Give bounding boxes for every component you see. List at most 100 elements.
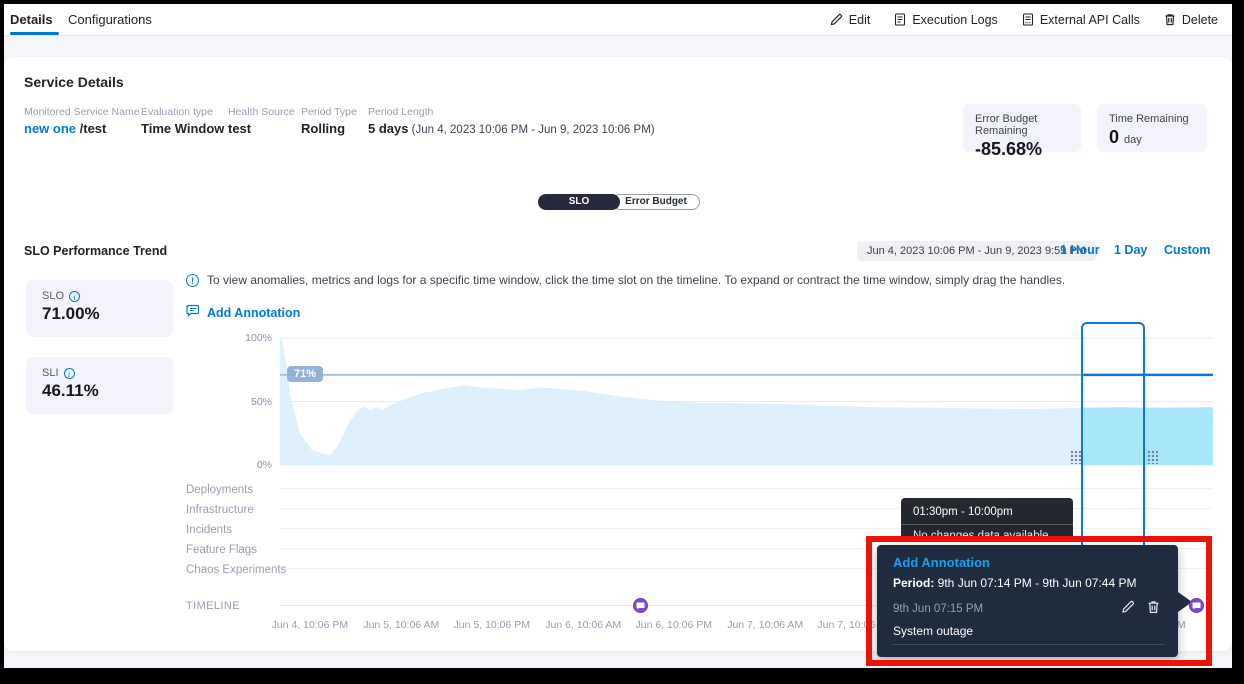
service-details-title: Service Details xyxy=(24,74,124,90)
sli-value: 46.11% xyxy=(42,381,157,401)
field-label: Health Source xyxy=(228,106,295,118)
sli-info-icon[interactable]: i xyxy=(64,368,75,379)
annotation-marker-icon[interactable] xyxy=(1189,598,1204,613)
edit-button[interactable]: Edit xyxy=(830,13,871,27)
field-value: test xyxy=(228,121,295,136)
add-annotation-label: Add Annotation xyxy=(207,306,300,320)
field-value-suffix: /test xyxy=(76,121,106,136)
field-value: 5 days xyxy=(368,121,408,136)
field-label: Evaluation type xyxy=(141,106,224,118)
range-custom[interactable]: Custom xyxy=(1164,243,1211,257)
execution-logs-label: Execution Logs xyxy=(912,13,997,27)
annotation-marker-icon[interactable] xyxy=(633,598,648,613)
external-api-calls-label: External API Calls xyxy=(1040,13,1140,27)
y-axis-tick: 0% xyxy=(232,459,272,471)
external-api-calls-button[interactable]: External API Calls xyxy=(1022,13,1140,27)
range-1-day[interactable]: 1 Day xyxy=(1114,243,1147,257)
time-remaining-box: Time Remaining 0 day xyxy=(1097,104,1207,152)
info-banner: ! To view anomalies, metrics and logs fo… xyxy=(186,273,1166,288)
info-text: To view anomalies, metrics and logs for … xyxy=(207,273,1065,288)
field-label: Period Type xyxy=(301,106,357,118)
header-actions: Edit Execution Logs External API Calls D… xyxy=(830,4,1218,35)
toggle-slo[interactable]: SLO xyxy=(538,194,620,210)
sli-label: SLI xyxy=(42,367,59,379)
error-budget-label: Error Budget Remaining xyxy=(975,113,1069,137)
sli-card: SLI i 46.11% xyxy=(26,357,173,414)
lane-feature-flags: Feature Flags xyxy=(186,544,257,556)
field-label: Monitored Service Name xyxy=(24,106,140,118)
popup-divider xyxy=(893,644,1165,645)
delete-annotation-icon[interactable] xyxy=(1147,600,1160,614)
x-axis-tick: Jun 6, 10:06 AM xyxy=(545,619,621,631)
field-evaluation-type: Evaluation type Time Window xyxy=(141,106,224,136)
field-period-length: Period Length 5 days (Jun 4, 2023 10:06 … xyxy=(368,106,655,136)
drag-handle-left[interactable] xyxy=(1070,450,1081,464)
slo-info-icon[interactable]: i xyxy=(69,291,80,302)
document-icon xyxy=(894,13,906,26)
trend-title: SLO Performance Trend xyxy=(24,244,167,258)
tab-details-label: Details xyxy=(10,12,53,27)
chat-bubble-icon xyxy=(186,304,200,322)
add-annotation-link[interactable]: Add Annotation xyxy=(186,304,300,322)
app-screenshot: Details Configurations Edit Execution Lo… xyxy=(0,0,1244,684)
slo-errorbudget-toggle: SLO Error Budget xyxy=(538,194,700,210)
field-value: Time Window xyxy=(141,121,224,136)
x-axis-tick: Jun 5, 10:06 AM xyxy=(363,619,439,631)
tab-bar: Details Configurations Edit Execution Lo… xyxy=(4,4,1232,36)
active-tab-indicator xyxy=(10,32,59,35)
edit-label: Edit xyxy=(849,13,871,27)
x-axis-tick: Jun 7, 10:06 AM xyxy=(727,619,803,631)
y-axis-tick: 50% xyxy=(232,396,272,408)
period-value: 9th Jun 07:14 PM - 9th Jun 07:44 PM xyxy=(934,576,1136,590)
field-health-source: Health Source test xyxy=(228,106,295,136)
lane-divider xyxy=(280,528,1213,529)
range-1-hour[interactable]: 1 Hour xyxy=(1060,243,1100,257)
tab-configurations[interactable]: Configurations xyxy=(68,4,152,34)
delete-label: Delete xyxy=(1182,13,1218,27)
edit-annotation-icon[interactable] xyxy=(1121,600,1135,614)
field-value: Rolling xyxy=(301,121,357,136)
execution-logs-button[interactable]: Execution Logs xyxy=(894,13,997,27)
annotation-popup: Add Annotation Period: 9th Jun 07:14 PM … xyxy=(877,545,1178,657)
slo-card: SLO i 71.00% xyxy=(26,280,173,337)
tooltip-body: No changes data available xyxy=(901,525,1073,542)
lane-incidents: Incidents xyxy=(186,524,232,536)
field-monitored-service: Monitored Service Name new one /test xyxy=(24,106,140,136)
timeline-label: TIMELINE xyxy=(186,600,240,612)
info-icon: ! xyxy=(186,274,199,287)
toggle-error-budget[interactable]: Error Budget xyxy=(612,194,700,210)
document-api-icon xyxy=(1022,13,1034,26)
delete-button[interactable]: Delete xyxy=(1164,13,1218,27)
pencil-icon xyxy=(830,13,843,26)
y-axis-tick: 100% xyxy=(232,332,272,344)
x-axis-tick: Jun 5, 10:06 PM xyxy=(454,619,530,631)
x-axis-tick: Jun 6, 10:06 PM xyxy=(635,619,711,631)
slo-trend-chart[interactable] xyxy=(280,330,1213,470)
field-value-range: (Jun 4, 2023 10:06 PM - Jun 9, 2023 10:0… xyxy=(408,124,654,136)
lane-chaos-experiments: Chaos Experiments xyxy=(186,564,286,576)
lane-divider xyxy=(280,488,1213,489)
slo-value: 71.00% xyxy=(42,304,157,324)
trash-icon xyxy=(1164,13,1176,26)
field-period-type: Period Type Rolling xyxy=(301,106,357,136)
tab-configurations-label: Configurations xyxy=(68,12,152,27)
lane-divider xyxy=(280,508,1213,509)
drag-handle-right[interactable] xyxy=(1147,450,1158,464)
error-budget-remaining-box: Error Budget Remaining -85.68% xyxy=(963,104,1081,152)
annotation-entry-time: 9th Jun 07:15 PM xyxy=(893,603,983,615)
time-remaining-label: Time Remaining xyxy=(1109,113,1195,125)
popup-add-annotation-link[interactable]: Add Annotation xyxy=(893,555,990,570)
annotation-entry-text: System outage xyxy=(893,624,973,638)
period-label: Period: xyxy=(893,576,934,590)
monitored-service-link[interactable]: new one xyxy=(24,121,76,136)
time-remaining-value: 0 xyxy=(1109,127,1119,147)
tooltip-time-range: 01:30pm - 10:00pm xyxy=(901,498,1073,524)
field-label: Period Length xyxy=(368,106,655,118)
tab-details[interactable]: Details xyxy=(10,4,53,34)
error-budget-value: -85.68% xyxy=(975,139,1069,160)
slo-label: SLO xyxy=(42,290,64,302)
app-viewport: Details Configurations Edit Execution Lo… xyxy=(4,4,1232,668)
timeslot-tooltip: 01:30pm - 10:00pm No changes data availa… xyxy=(901,498,1073,542)
objective-chip: 71% xyxy=(287,366,323,382)
lane-deployments: Deployments xyxy=(186,484,253,496)
